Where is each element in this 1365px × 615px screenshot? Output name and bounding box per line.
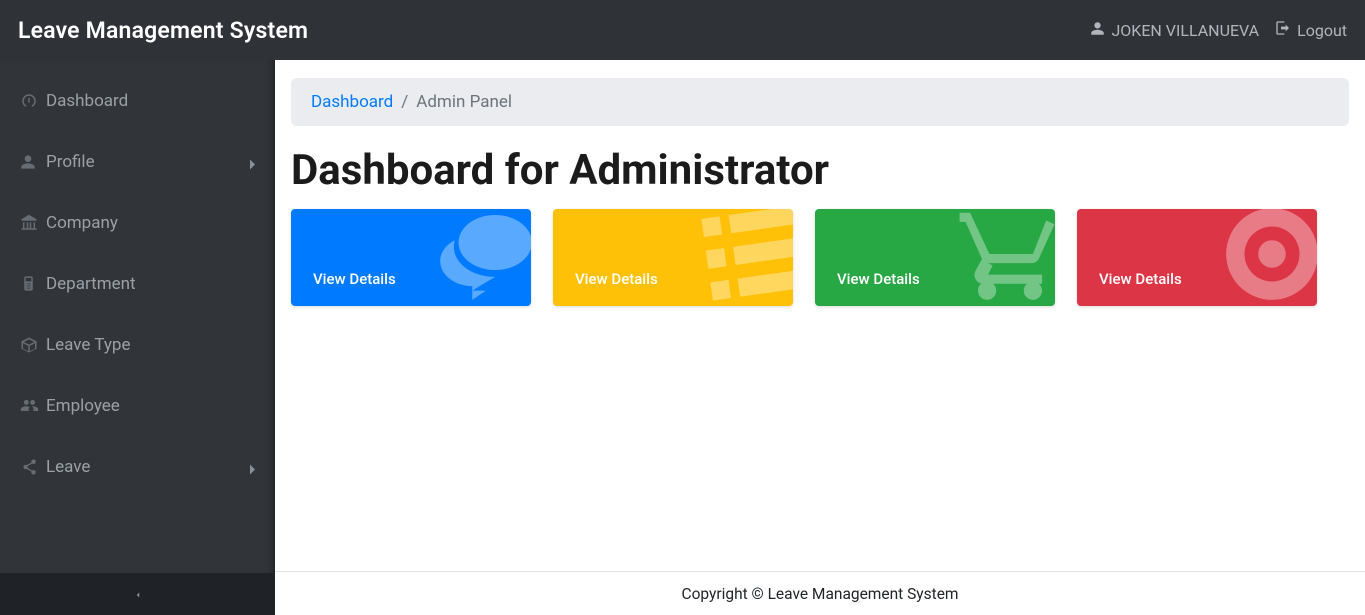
breadcrumb-current: Admin Panel (416, 92, 512, 112)
card-label: View Details (1099, 270, 1182, 288)
card-label: View Details (837, 270, 920, 288)
sidebar-collapse-toggle[interactable] (0, 573, 275, 615)
logout-icon (1275, 20, 1291, 40)
main-inner: Dashboard / Admin Panel Dashboard for Ad… (275, 60, 1365, 324)
topbar-right: JOKEN VILLANUEVA Logout (1090, 20, 1347, 40)
sidebar-item-department[interactable]: Department (0, 253, 275, 314)
footer: Copyright © Leave Management System (275, 571, 1365, 615)
sidebar-item-label: Department (46, 274, 136, 294)
tasks-icon (693, 209, 793, 306)
card-blue[interactable]: View Details (291, 209, 531, 306)
breadcrumb-separator: / (401, 92, 408, 112)
sidebar-item-label: Company (46, 213, 118, 233)
comments-icon (431, 209, 531, 306)
main: Dashboard / Admin Panel Dashboard for Ad… (275, 60, 1365, 615)
dashboard-icon (20, 92, 46, 110)
breadcrumb-link[interactable]: Dashboard (311, 92, 393, 112)
sidebar-item-label: Dashboard (46, 91, 128, 111)
card-red[interactable]: View Details (1077, 209, 1317, 306)
card-green[interactable]: View Details (815, 209, 1055, 306)
clipboard-icon (20, 275, 46, 292)
user-link[interactable]: JOKEN VILLANUEVA (1090, 21, 1259, 40)
sidebar-item-dashboard[interactable]: Dashboard (0, 70, 275, 131)
sidebar-item-company[interactable]: Company (0, 192, 275, 253)
card-label: View Details (313, 270, 396, 288)
chevron-left-icon (133, 585, 143, 604)
logout-label: Logout (1297, 21, 1347, 40)
sidebar: Dashboard Profile Company Department (0, 60, 275, 615)
support-icon (1217, 209, 1317, 306)
sidebar-item-profile[interactable]: Profile (0, 131, 275, 192)
app-brand: Leave Management System (18, 17, 308, 44)
sidebar-item-label: Employee (46, 396, 120, 416)
sidebar-item-employee[interactable]: Employee (0, 375, 275, 436)
cards-row: View Details View Details View Details (291, 209, 1349, 306)
user-name: JOKEN VILLANUEVA (1111, 21, 1259, 40)
sidebar-nav: Dashboard Profile Company Department (0, 60, 275, 573)
user-icon (20, 154, 46, 170)
cart-icon (955, 209, 1055, 306)
users-icon (20, 396, 46, 415)
body-row: Dashboard Profile Company Department (0, 60, 1365, 615)
bank-icon (20, 214, 46, 232)
topbar: Leave Management System JOKEN VILLANUEVA… (0, 0, 1365, 60)
share-icon (20, 458, 46, 476)
sidebar-item-leave-type[interactable]: Leave Type (0, 314, 275, 375)
box-icon (20, 336, 46, 354)
user-icon (1090, 21, 1105, 40)
sidebar-item-label: Profile (46, 152, 95, 172)
card-yellow[interactable]: View Details (553, 209, 793, 306)
sidebar-item-label: Leave Type (46, 335, 130, 355)
footer-text: Copyright © Leave Management System (681, 585, 958, 603)
breadcrumb: Dashboard / Admin Panel (291, 78, 1349, 126)
page-title: Dashboard for Administrator (291, 146, 1349, 195)
logout-link[interactable]: Logout (1275, 20, 1347, 40)
card-label: View Details (575, 270, 658, 288)
sidebar-item-label: Leave (46, 457, 90, 477)
sidebar-item-leave[interactable]: Leave (0, 436, 275, 497)
